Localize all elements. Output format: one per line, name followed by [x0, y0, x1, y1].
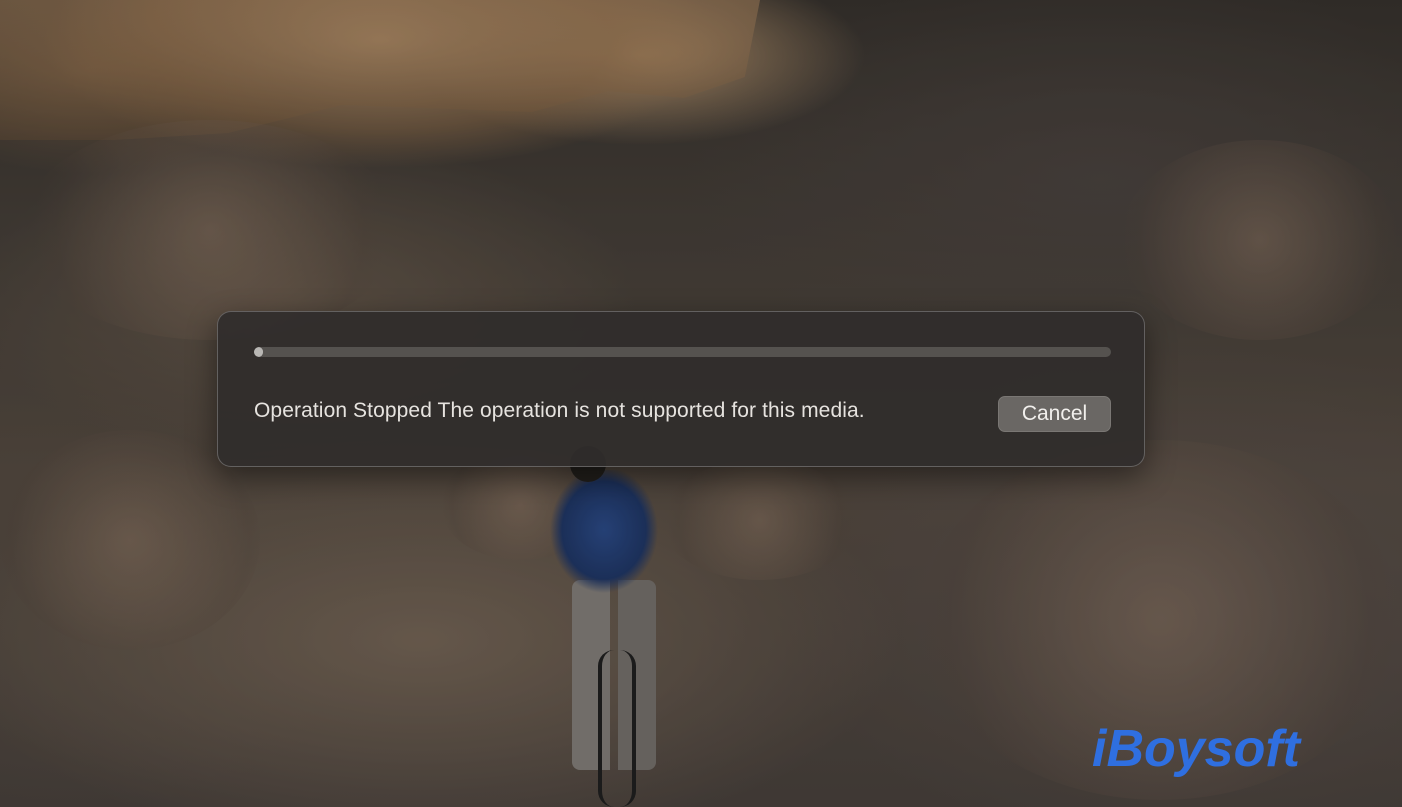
export-progress-dialog: Operation Stopped The operation is not s… — [217, 311, 1145, 467]
error-message: Operation Stopped The operation is not s… — [254, 399, 865, 422]
cancel-button[interactable]: Cancel — [998, 396, 1111, 432]
screen: Operation Stopped The operation is not s… — [0, 0, 1402, 807]
progress-bar-fill — [254, 347, 263, 357]
progress-bar — [254, 347, 1111, 357]
iboysoft-watermark-logo: iBoysoft — [1092, 720, 1303, 778]
svg-text:iBoysoft: iBoysoft — [1092, 720, 1303, 778]
